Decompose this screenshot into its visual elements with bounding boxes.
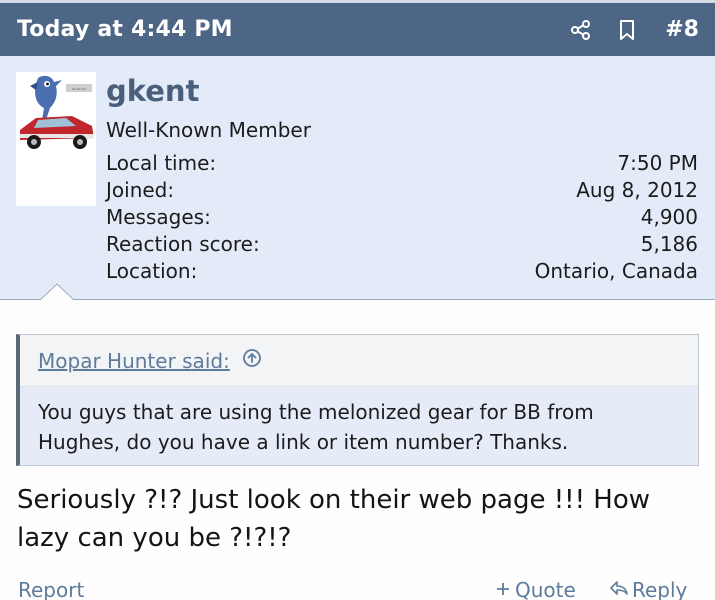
share-icon[interactable] <box>569 18 593 42</box>
arrow-up-circle-icon[interactable] <box>242 348 262 373</box>
quote-header: Mopar Hunter said: <box>20 335 698 387</box>
stat-local-time: Local time: 7:50 PM <box>106 150 698 177</box>
post-header-actions: #8 <box>569 17 699 42</box>
post-footer: Report Quote Reply <box>0 578 715 600</box>
quote-author-link[interactable]: Mopar Hunter said: <box>38 349 230 373</box>
reply-icon <box>609 578 629 600</box>
post-header: Today at 4:44 PM #8 <box>0 0 715 56</box>
bookmark-icon[interactable] <box>615 18 639 42</box>
report-link[interactable]: Report <box>18 578 84 600</box>
reply-button-label: Reply <box>632 578 688 600</box>
stat-label: Reaction score: <box>106 232 260 256</box>
stat-label: Messages: <box>106 205 211 229</box>
post-date[interactable]: Today at 4:44 PM <box>17 17 233 42</box>
post-number[interactable]: #8 <box>665 17 699 42</box>
stat-value: 5,186 <box>640 232 698 256</box>
stat-label: Local time: <box>106 151 217 175</box>
stat-label: Location: <box>106 259 198 283</box>
user-title: Well-Known Member <box>106 118 311 142</box>
user-stats: Local time: 7:50 PM Joined: Aug 8, 2012 … <box>106 150 698 285</box>
quote-block: Mopar Hunter said: You guys that are usi… <box>16 334 699 466</box>
user-block-pointer <box>40 283 74 301</box>
reply-button[interactable]: Reply <box>609 578 687 600</box>
stat-messages: Messages: 4,900 <box>106 204 698 231</box>
stat-value: 7:50 PM <box>617 151 698 175</box>
plus-icon <box>495 578 511 600</box>
stat-joined: Joined: Aug 8, 2012 <box>106 177 698 204</box>
quote-text: You guys that are using the melonized ge… <box>20 387 698 465</box>
quote-button[interactable]: Quote <box>495 578 576 600</box>
user-info-block: ~~~ gkent Well-Known Member Local time: … <box>0 56 715 300</box>
stat-location: Location: Ontario, Canada <box>106 258 698 285</box>
stat-value: Aug 8, 2012 <box>576 178 698 202</box>
stat-value: Ontario, Canada <box>534 259 698 283</box>
stat-label: Joined: <box>106 178 175 202</box>
stat-value: 4,900 <box>640 205 698 229</box>
message-body: Seriously ?!? Just look on their web pag… <box>17 485 651 553</box>
avatar[interactable]: ~~~ <box>16 72 96 206</box>
stat-reaction-score: Reaction score: 5,186 <box>106 231 698 258</box>
quote-button-label: Quote <box>515 578 576 600</box>
svg-text:~~~: ~~~ <box>71 86 86 93</box>
username[interactable]: gkent <box>106 74 199 108</box>
